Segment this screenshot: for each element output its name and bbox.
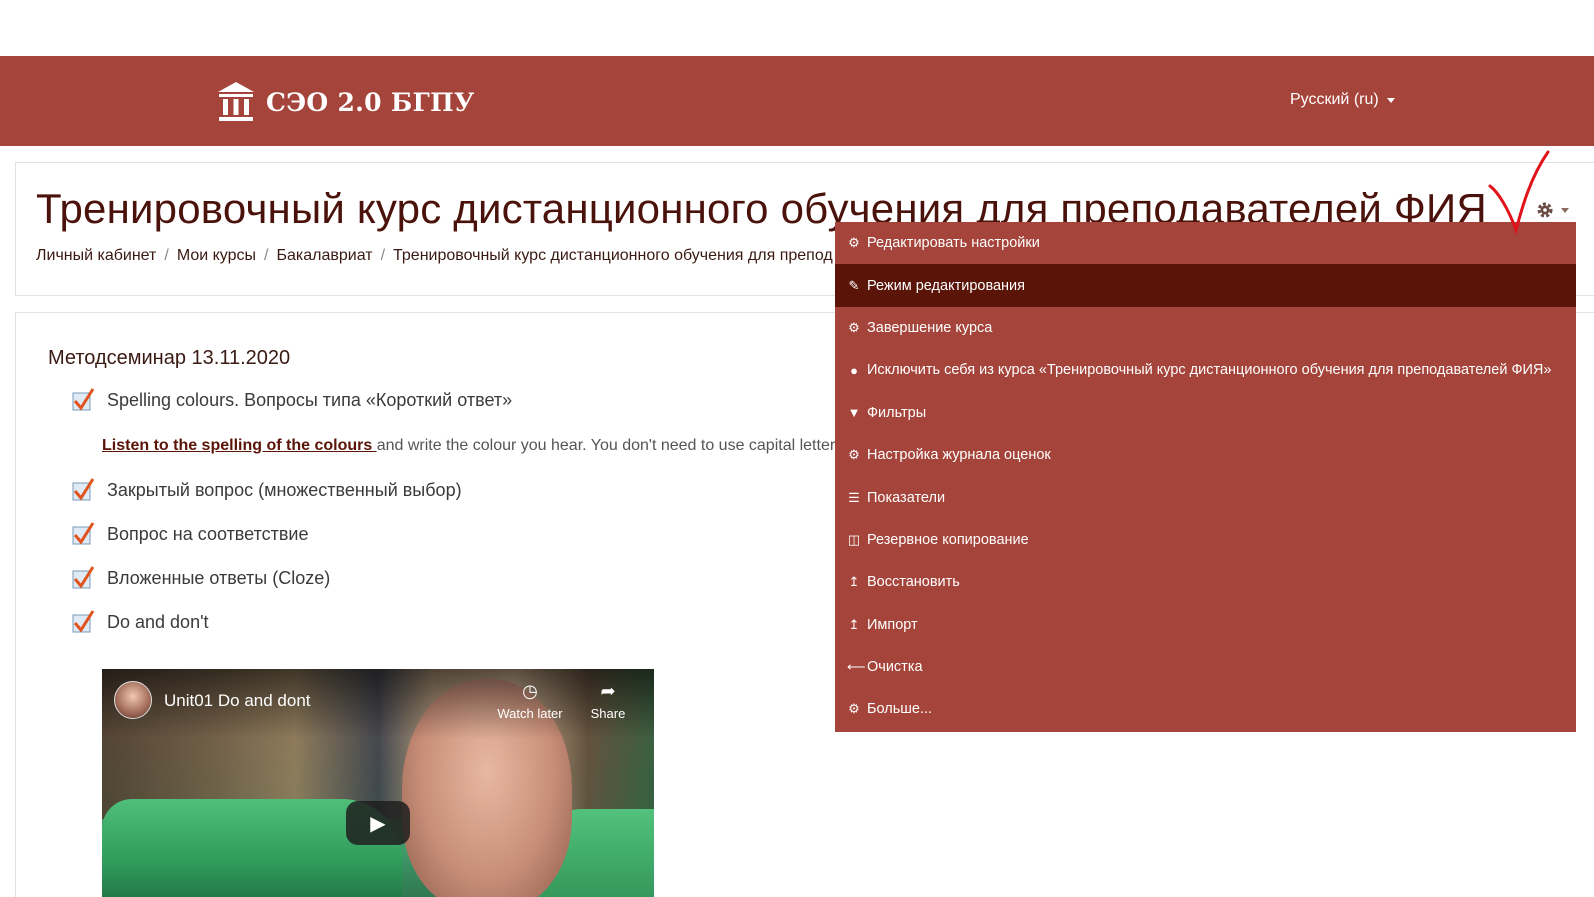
pencil-icon: ✎: [848, 277, 860, 293]
filter-icon: ▼: [847, 405, 861, 421]
description-link[interactable]: Listen to the spelling of the colours: [102, 437, 377, 454]
menu-item-edit-settings[interactable]: ⚙ Редактировать настройки: [835, 222, 1576, 264]
breadcrumb: Личный кабинет / Мои курсы / Бакалавриат…: [36, 247, 833, 265]
institution-icon: [218, 82, 254, 121]
menu-item-unenrol[interactable]: ● Исключить себя из курса «Тренировочный…: [835, 349, 1576, 391]
activity-label: Вопрос на соответствие: [107, 523, 309, 544]
quiz-icon: [72, 566, 95, 589]
activity-item[interactable]: Вопрос на соответствие: [71, 521, 309, 547]
embedded-video[interactable]: Unit01 Do and dont ◷ Watch later ➦ Share…: [102, 669, 654, 897]
clock-icon: ◷: [522, 681, 538, 701]
language-label: Русский (ru): [1290, 91, 1379, 108]
activity-label: Вложенные ответы (Cloze): [107, 567, 331, 588]
watch-later-button[interactable]: ◷ Watch later: [490, 681, 570, 721]
activity-label: Закрытый вопрос (множественный выбор): [107, 479, 462, 500]
activity-description: Listen to the spelling of the colours an…: [102, 437, 835, 455]
breadcrumb-separator: /: [264, 247, 269, 264]
gear-icon: ⚙: [848, 235, 860, 251]
gear-icon: ⚙: [848, 319, 860, 335]
share-button[interactable]: ➦ Share: [568, 681, 648, 721]
menu-item-label: Редактировать настройки: [867, 235, 1040, 252]
channel-avatar[interactable]: [114, 681, 152, 719]
activity-item[interactable]: Закрытый вопрос (множественный выбор): [71, 477, 462, 503]
menu-item-reset[interactable]: ⟵ Очистка: [835, 646, 1576, 688]
top-navbar: СЭО 2.0 БГПУ Русский (ru): [0, 56, 1594, 146]
caret-down-icon: [1561, 207, 1569, 213]
menu-item-label: Настройка журнала оценок: [867, 447, 1051, 464]
activity-label: Do and don't: [107, 611, 209, 632]
menu-item-backup[interactable]: ◫ Резервное копирование: [835, 519, 1576, 561]
gear-icon: ⚙: [848, 447, 860, 463]
menu-item-label: Исключить себя из курса «Тренировочный к…: [867, 362, 1552, 379]
play-button[interactable]: ▶: [346, 801, 410, 845]
breadcrumb-item-dashboard[interactable]: Личный кабинет: [36, 247, 156, 265]
breadcrumb-item-my-courses[interactable]: Мои курсы: [177, 247, 256, 265]
quiz-icon: [72, 388, 95, 411]
file-archive-icon: ◫: [847, 531, 861, 547]
activity-item[interactable]: Вложенные ответы (Cloze): [71, 565, 330, 591]
activity-item[interactable]: Spelling colours. Вопросы типа «Короткий…: [71, 387, 512, 413]
share-icon: ➦: [600, 681, 616, 701]
section-title: Методсеминар 13.11.2020: [48, 347, 291, 369]
menu-item-label: Фильтры: [867, 404, 927, 421]
menu-item-label: Очистка: [867, 659, 923, 676]
breadcrumb-separator: /: [164, 247, 169, 264]
quiz-icon: [72, 522, 95, 545]
menu-item-gradebook-setup[interactable]: ⚙ Настройка журнала оценок: [835, 434, 1576, 476]
upload-icon: ↥: [848, 574, 860, 590]
watch-later-label: Watch later: [497, 706, 563, 721]
caret-down-icon: [1386, 97, 1395, 103]
menu-item-filters[interactable]: ▼ Фильтры: [835, 392, 1576, 434]
site-brand[interactable]: СЭО 2.0 БГПУ: [216, 80, 475, 124]
red-checkmark-annotation: [1488, 150, 1550, 235]
menu-item-label: Показатели: [867, 489, 946, 506]
menu-item-course-completion[interactable]: ⚙ Завершение курса: [835, 307, 1576, 349]
breadcrumb-item-bachelor[interactable]: Бакалавриат: [276, 247, 372, 265]
play-icon: ▶: [370, 812, 386, 835]
menu-item-more[interactable]: ⚙ Больше...: [835, 688, 1576, 730]
menu-item-label: Режим редактирования: [867, 277, 1026, 294]
site-name: СЭО 2.0 БГПУ: [266, 87, 475, 117]
menu-item-label: Восстановить: [867, 574, 960, 591]
course-actions-menu: ⚙ Редактировать настройки ✎ Режим редакт…: [835, 222, 1576, 732]
menu-item-import[interactable]: ↥ Импорт: [835, 604, 1576, 646]
quiz-icon: [72, 610, 95, 633]
menu-item-label: Завершение курса: [867, 319, 993, 336]
table-icon: ☰: [848, 489, 860, 505]
menu-item-label: Резервное копирование: [867, 531, 1029, 548]
menu-item-label: Импорт: [867, 616, 918, 633]
activity-label: Spelling colours. Вопросы типа «Короткий…: [107, 389, 513, 410]
description-text: and write the colour you hear. You don't…: [376, 437, 836, 454]
upload-icon: ↥: [848, 616, 860, 632]
breadcrumb-separator: /: [380, 247, 386, 264]
share-label: Share: [590, 706, 626, 721]
breadcrumb-item-course[interactable]: Тренировочный курс дистанционного обучен…: [393, 247, 833, 265]
user-icon: ●: [850, 362, 858, 378]
menu-item-label: Больше...: [867, 701, 933, 718]
activity-item[interactable]: Do and don't: [71, 609, 209, 635]
video-title[interactable]: Unit01 Do and dont: [164, 691, 311, 711]
menu-item-restore[interactable]: ↥ Восстановить: [835, 561, 1576, 603]
arrow-left-icon: ⟵: [847, 659, 866, 675]
gear-icon: ⚙: [848, 701, 860, 717]
language-menu[interactable]: Русский (ru): [1290, 91, 1395, 109]
menu-item-edit-mode[interactable]: ✎ Режим редактирования: [835, 264, 1576, 307]
menu-item-outcomes[interactable]: ☰ Показатели: [835, 476, 1576, 518]
quiz-icon: [72, 478, 95, 501]
